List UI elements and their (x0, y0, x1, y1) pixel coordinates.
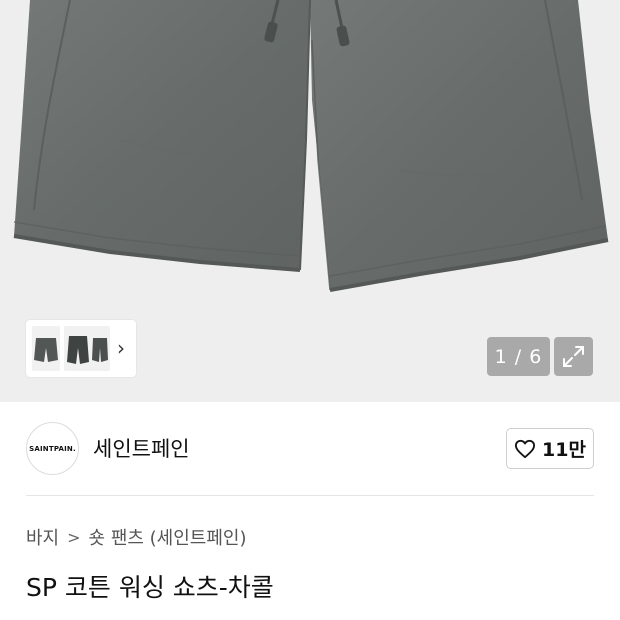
brand-logo-text: SAINTPAIN. (29, 444, 76, 453)
expand-icon[interactable] (554, 337, 593, 376)
breadcrumb-item-category[interactable]: 바지 (26, 524, 59, 550)
breadcrumb-item-subcategory[interactable]: 숏 팬츠 (세인트페인) (89, 524, 247, 550)
thumbnail-1[interactable] (32, 326, 60, 371)
divider (26, 495, 594, 496)
thumbnail-strip[interactable]: › (26, 320, 136, 377)
thumbnail-3[interactable] (90, 326, 110, 371)
brand-logo[interactable]: SAINTPAIN. (26, 422, 79, 475)
like-button[interactable]: 11만 (506, 428, 594, 469)
product-title: SP 코튼 워싱 쇼츠-차콜 (26, 573, 274, 602)
heart-outline-icon (515, 439, 536, 458)
breadcrumb: 바지 > 숏 팬츠 (세인트페인) (26, 524, 247, 550)
product-image-gallery[interactable]: › 1 / 6 (0, 0, 620, 402)
breadcrumb-separator-icon: > (67, 527, 81, 547)
image-counter: 1 / 6 (487, 337, 550, 376)
brand-section: SAINTPAIN. 세인트페인 11만 (0, 402, 620, 496)
brand-name[interactable]: 세인트페인 (93, 433, 190, 463)
like-count: 11만 (542, 439, 586, 461)
thumbnail-2[interactable] (64, 326, 92, 371)
chevron-right-icon[interactable]: › (117, 336, 125, 360)
